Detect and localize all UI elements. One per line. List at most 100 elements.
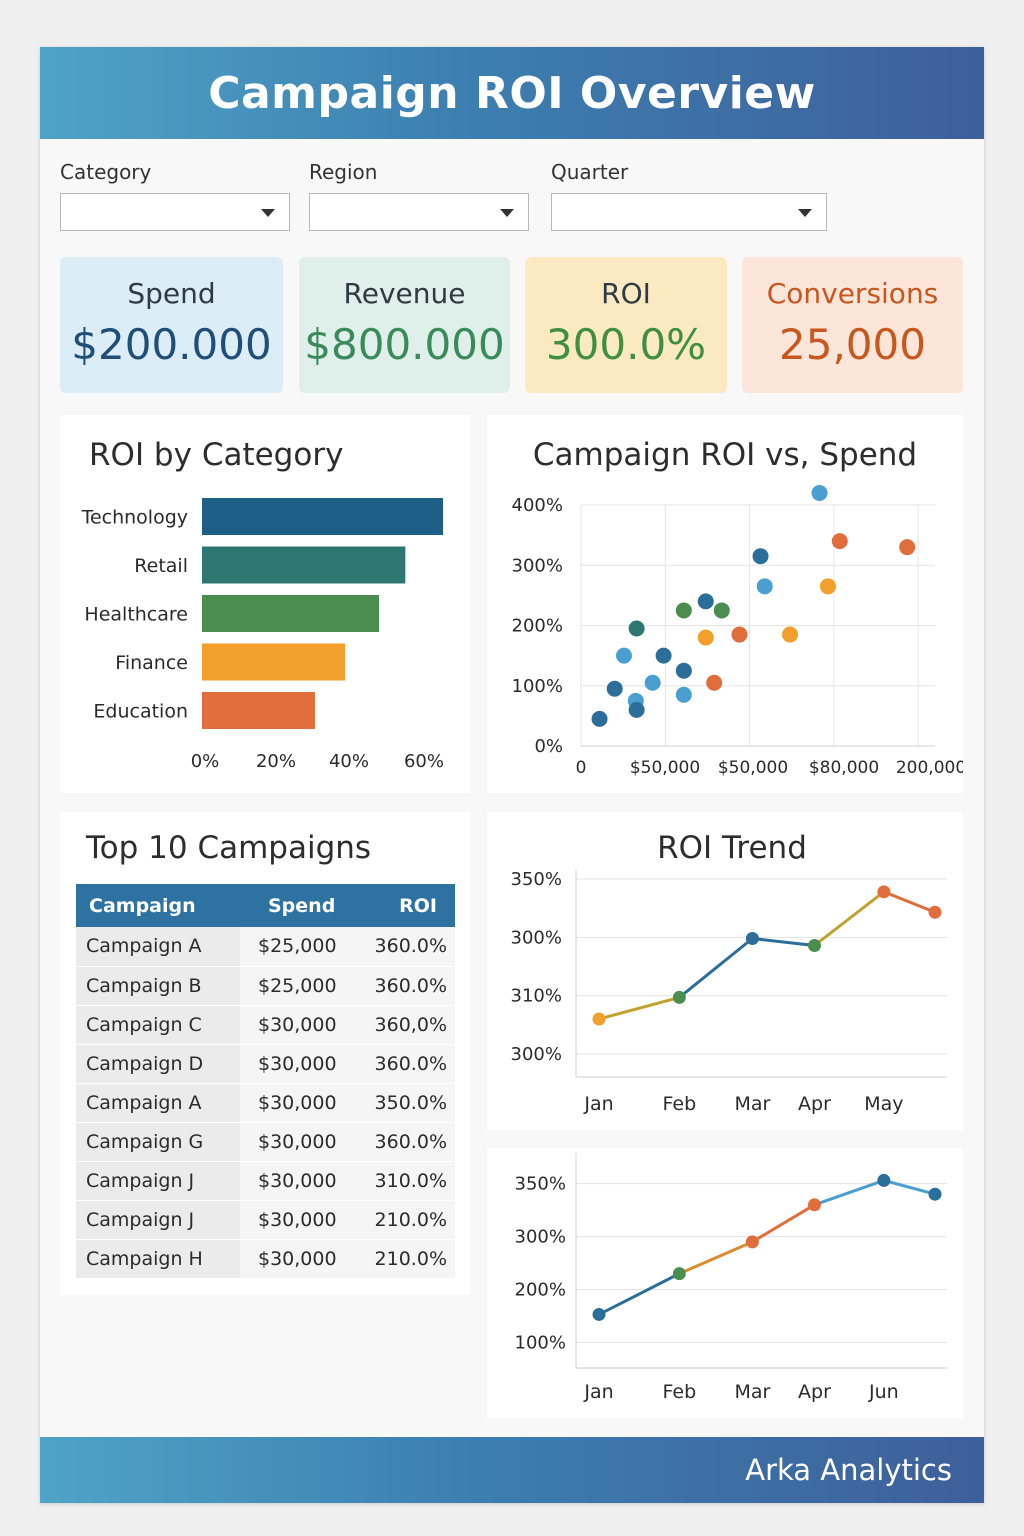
- table-row[interactable]: Campaign H $30,000 210.0%: [76, 1239, 455, 1279]
- y-tick-label: 0%: [534, 736, 563, 757]
- line-point: [745, 932, 759, 945]
- kpi-card-spend: Spend $200.000: [60, 257, 283, 393]
- roi-cell: 360,0%: [360, 1005, 455, 1045]
- campaign-name-cell: Campaign J: [76, 1200, 240, 1240]
- spend-cell: $30,000: [240, 1044, 360, 1084]
- scatter-point: [615, 647, 632, 664]
- line-point: [928, 905, 942, 919]
- scatter-point: [706, 674, 723, 691]
- line-point: [745, 1235, 759, 1249]
- x-tick-label: Mar: [734, 1093, 770, 1115]
- x-tick-label: Feb: [663, 1381, 697, 1403]
- bar-healthcare: [202, 595, 379, 632]
- kpi-label: Revenue: [343, 277, 466, 310]
- scatter-point: [756, 578, 773, 595]
- spend-cell: $30,000: [240, 1083, 360, 1123]
- region-filter-label: Region: [309, 160, 378, 184]
- table-row[interactable]: Campaign G $30,000 360.0%: [76, 1122, 455, 1162]
- table-row[interactable]: Campaign D $30,000 360.0%: [76, 1044, 455, 1084]
- roi-cell: 360.0%: [360, 1044, 455, 1084]
- y-tick-label: 350%: [511, 869, 562, 890]
- scatter-point: [782, 626, 799, 643]
- y-tick-label: 100%: [512, 676, 563, 697]
- line-segment: [598, 995, 680, 1021]
- brand-name: Arka Analytics: [745, 1453, 952, 1487]
- category-label: Finance: [115, 652, 188, 674]
- spend-cell: $25,000: [240, 927, 360, 967]
- x-tick-label: 0%: [191, 751, 220, 772]
- chevron-down-icon: [798, 209, 812, 217]
- x-tick-label: Jan: [583, 1381, 613, 1403]
- scatter-point: [752, 548, 769, 565]
- roi-cell: 350.0%: [360, 1083, 455, 1123]
- y-tick-label: 300%: [515, 1227, 566, 1248]
- campaign-name-cell: Campaign A: [76, 927, 240, 967]
- x-tick-label: $50,000: [718, 758, 788, 778]
- table-header-row: Campaign Spend ROI: [76, 884, 455, 927]
- y-tick-label: 300%: [511, 927, 562, 948]
- roi-cell: 210.0%: [360, 1200, 455, 1240]
- x-tick-label: 200,000: [896, 758, 963, 778]
- table-row[interactable]: Campaign B $25,000 360.0%: [76, 966, 455, 1006]
- scatter-point: [831, 533, 848, 550]
- spend-cell: $30,000: [240, 1200, 360, 1240]
- column-header-campaign[interactable]: Campaign: [76, 884, 240, 927]
- kpi-label: Conversions: [766, 277, 939, 310]
- roi-trend-secondary-chart: 350% 300% 200% 100% Jan Feb Mar Apr Jun: [515, 1153, 947, 1403]
- region-select[interactable]: [309, 193, 529, 231]
- x-tick-label: 0: [576, 758, 587, 778]
- kpi-card-roi: ROI 300.0%: [525, 257, 727, 393]
- quarter-filter-label: Quarter: [551, 160, 629, 184]
- line-segment: [883, 1178, 936, 1196]
- chevron-down-icon: [261, 209, 275, 217]
- scatter-point: [591, 710, 608, 727]
- scatter-point: [819, 578, 836, 595]
- x-tick-label: Apr: [798, 1093, 831, 1115]
- scatter-point: [697, 629, 714, 646]
- spend-cell: $25,000: [240, 966, 360, 1006]
- y-tick-label: 310%: [511, 986, 562, 1007]
- category-label: Retail: [134, 555, 188, 577]
- y-tick-label: 300%: [511, 1044, 562, 1065]
- scatter-point: [628, 620, 645, 637]
- spend-cell: $30,000: [240, 1005, 360, 1045]
- x-tick-label: Jan: [583, 1093, 613, 1115]
- roi-cell: 360.0%: [360, 966, 455, 1006]
- dashboard-header: Campaign ROI Overview: [40, 47, 984, 139]
- campaign-name-cell: Campaign J: [76, 1161, 240, 1201]
- x-tick-label: 40%: [329, 751, 369, 772]
- line-point: [877, 1173, 891, 1187]
- campaign-name-cell: Campaign B: [76, 966, 240, 1006]
- scatter-point: [675, 662, 692, 679]
- line-point: [672, 1267, 686, 1281]
- x-tick-label: Mar: [734, 1381, 770, 1403]
- table-row[interactable]: Campaign C $30,000 360,0%: [76, 1005, 455, 1045]
- page-title: Campaign ROI Overview: [208, 67, 816, 119]
- scatter-point: [713, 602, 730, 619]
- roi-by-category-panel: ROI by Category Technology Retail Healthca…: [60, 415, 470, 793]
- kpi-card-revenue: Revenue $800.000: [299, 257, 510, 393]
- y-tick-label: 100%: [515, 1333, 566, 1354]
- table-row[interactable]: Campaign J $30,000 310.0%: [76, 1161, 455, 1201]
- kpi-card-conversions: Conversions 25,000: [742, 257, 963, 393]
- column-header-spend[interactable]: Spend: [240, 884, 360, 927]
- dashboard-footer: Arka Analytics: [40, 1437, 984, 1503]
- roi-trend-secondary-panel: 350% 300% 200% 100% Jan Feb Mar Apr Jun: [487, 1148, 963, 1418]
- category-label: Technology: [81, 507, 188, 529]
- scatter-point: [675, 602, 692, 619]
- kpi-value: 300.0%: [545, 320, 707, 369]
- campaign-name-cell: Campaign D: [76, 1044, 240, 1084]
- line-point: [877, 885, 891, 899]
- table-row[interactable]: Campaign J $30,000 210.0%: [76, 1200, 455, 1240]
- spend-cell: $30,000: [240, 1239, 360, 1279]
- y-tick-label: 300%: [512, 555, 563, 576]
- roi-cell: 360.0%: [360, 1122, 455, 1162]
- roi-cell: 360.0%: [360, 927, 455, 967]
- y-tick-label: 400%: [512, 495, 563, 516]
- quarter-select[interactable]: [551, 193, 827, 231]
- category-select[interactable]: [60, 193, 290, 231]
- spend-cell: $30,000: [240, 1122, 360, 1162]
- table-row[interactable]: Campaign A $30,000 350.0%: [76, 1083, 455, 1123]
- column-header-roi[interactable]: ROI: [360, 884, 455, 927]
- table-row[interactable]: Campaign A $25,000 360.0%: [76, 927, 455, 967]
